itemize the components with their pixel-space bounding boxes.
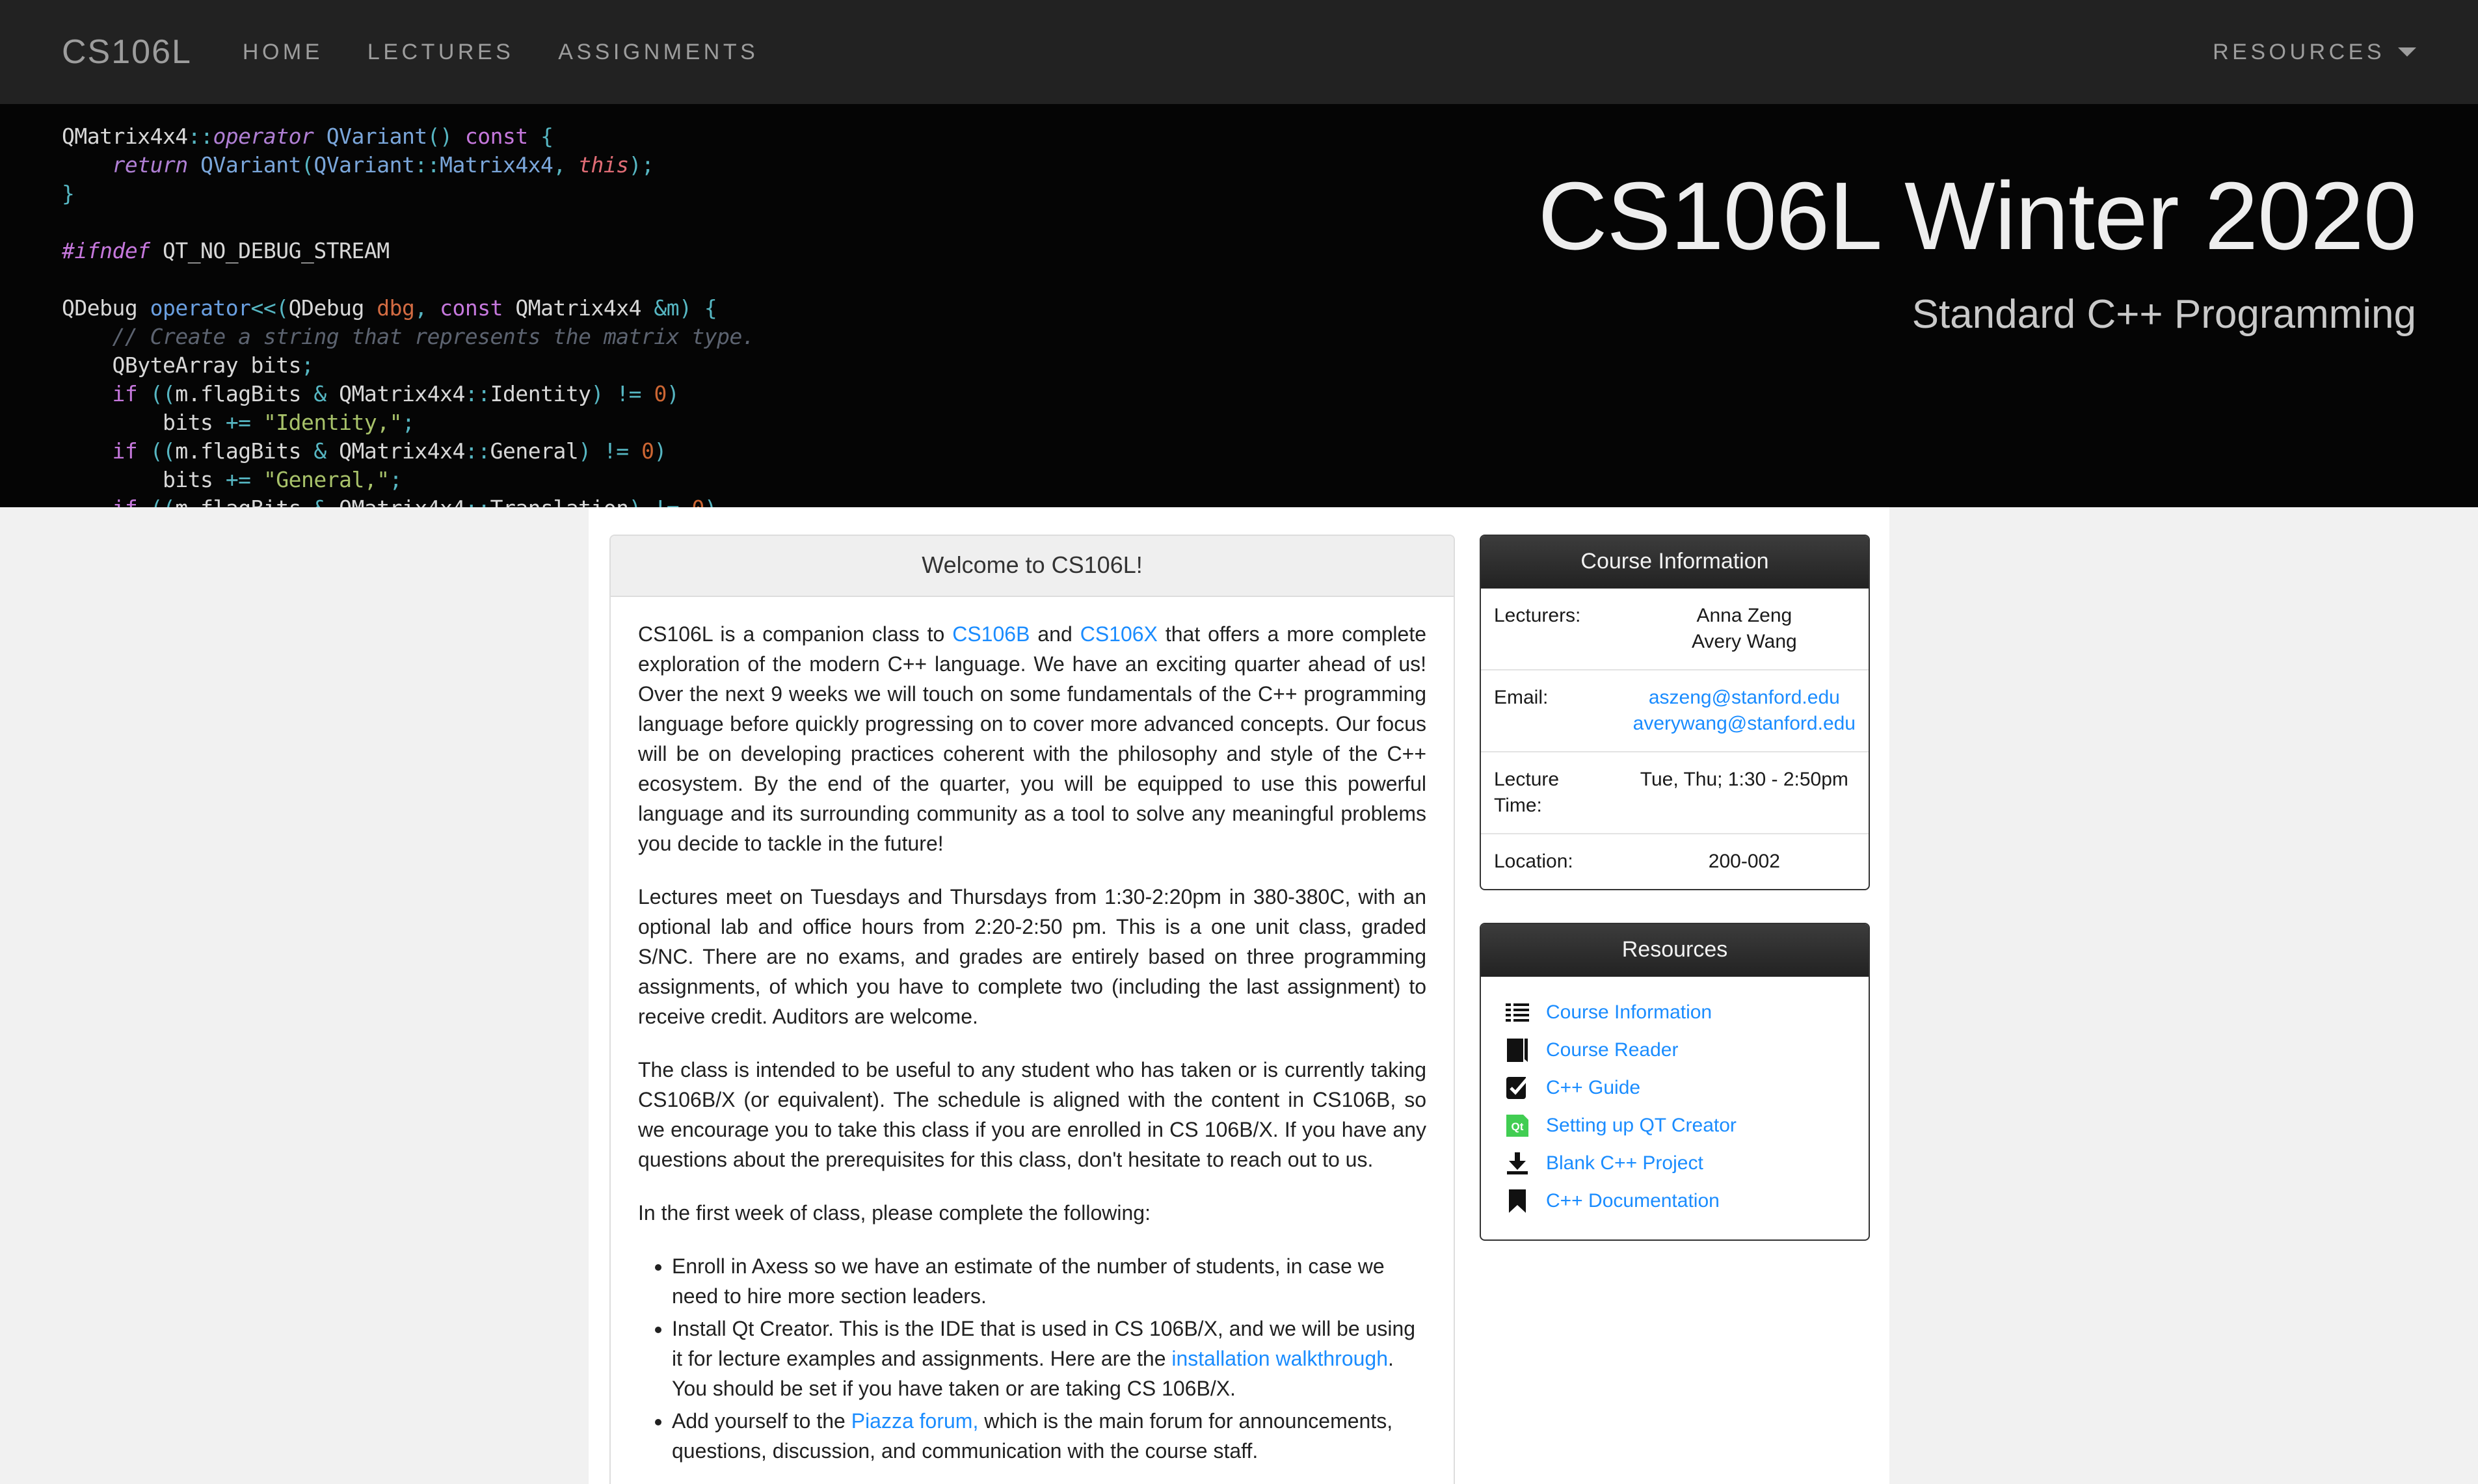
nav-links: HOME LECTURES ASSIGNMENTS [243, 40, 758, 65]
resource-item-course-information[interactable]: Course Information [1481, 994, 1869, 1031]
resources-panel-body: Course Information Course Reader C++ Gui… [1481, 977, 1869, 1239]
resources-panel: Resources Course Information Course Read… [1480, 923, 1870, 1241]
welcome-card-body: CS106L is a companion class to CS106B an… [611, 597, 1454, 1484]
email-link-aszeng[interactable]: aszeng@stanford.edu [1633, 685, 1856, 711]
row-value-lecturers: Anna Zeng Avery Wang [1620, 589, 1869, 670]
resource-label: Setting up QT Creator [1546, 1115, 1737, 1136]
brand-logo[interactable]: CS106L [62, 33, 192, 72]
page-body: Welcome to CS106L! CS106L is a companion… [0, 507, 2478, 1484]
list-item: Add yourself to the Piazza forum, which … [672, 1406, 1426, 1466]
row-label-location: Location: [1481, 833, 1620, 889]
lecturer-name-1: Anna Zeng [1696, 605, 1792, 626]
link-installation-walkthrough[interactable]: installation walkthrough [1171, 1347, 1388, 1370]
course-information-panel-body: Lecturers: Anna Zeng Avery Wang Email: a… [1481, 589, 1869, 889]
nav-item-home[interactable]: HOME [243, 40, 323, 65]
paragraph-first-week: In the first week of class, please compl… [638, 1201, 1151, 1225]
resources-list: Course Information Course Reader C++ Gui… [1481, 977, 1869, 1239]
nav-item-assignments[interactable]: ASSIGNMENTS [558, 40, 758, 65]
table-row: Lecture Time: Tue, Thu; 1:30 - 2:50pm [1481, 751, 1869, 834]
course-information-panel: Course Information Lecturers: Anna Zeng … [1480, 535, 1870, 890]
check-square-icon [1504, 1075, 1530, 1101]
hero-text-block: CS106L Winter 2020 Standard C++ Programm… [1538, 163, 2417, 338]
welcome-card: Welcome to CS106L! CS106L is a companion… [609, 535, 1455, 1484]
row-value-location: 200-002 [1619, 833, 1869, 889]
paragraph-logistics: Lectures meet on Tuesdays and Thursdays … [638, 885, 1426, 1028]
hero-banner: QMatrix4x4::operator QVariant() const { … [0, 104, 2478, 507]
row-value-lecture-time: Tue, Thu; 1:30 - 2:50pm [1619, 751, 1869, 834]
bookmark-icon [1504, 1188, 1530, 1214]
content-row: Welcome to CS106L! CS106L is a companion… [589, 535, 1889, 1484]
link-cs106b[interactable]: CS106B [952, 622, 1030, 646]
table-row: Location: 200-002 [1481, 833, 1869, 889]
welcome-card-header: Welcome to CS106L! [611, 536, 1454, 597]
sidebar: Course Information Lecturers: Anna Zeng … [1480, 535, 1870, 1241]
first-week-list: Enroll in Axess so we have an estimate o… [638, 1251, 1426, 1466]
resource-item-blank-cpp-project[interactable]: Blank C++ Project [1481, 1145, 1869, 1182]
row-label-lecturers: Lecturers: [1494, 605, 1581, 626]
lecturer-name-2: Avery Wang [1691, 631, 1797, 652]
resource-label: C++ Documentation [1546, 1190, 1720, 1212]
nav-resources-dropdown[interactable]: RESOURCES [2213, 40, 2416, 65]
table-row: Email: aszeng@stanford.edu averywang@sta… [1481, 669, 1869, 752]
resource-item-cpp-guide[interactable]: C++ Guide [1481, 1069, 1869, 1107]
p1-text-b: and [1030, 622, 1080, 646]
resource-label: Course Reader [1546, 1039, 1679, 1061]
resource-item-course-reader[interactable]: Course Reader [1481, 1031, 1869, 1069]
course-information-panel-title: Course Information [1481, 536, 1869, 589]
li3-text-a: Add yourself to the [672, 1409, 851, 1433]
top-navbar: CS106L HOME LECTURES ASSIGNMENTS RESOURC… [0, 0, 2478, 104]
p1-text-c: that offers a more complete exploration … [638, 622, 1427, 855]
row-label-lecture-time: Lecture Time: [1481, 751, 1620, 834]
content-container: Welcome to CS106L! CS106L is a companion… [589, 507, 1889, 1484]
row-value-email: aszeng@stanford.edu averywang@stanford.e… [1619, 669, 1869, 752]
table-row: Lecturers: Anna Zeng Avery Wang [1481, 589, 1869, 670]
row-label-email: Email: [1481, 669, 1620, 752]
list-item: Enroll in Axess so we have an estimate o… [672, 1251, 1426, 1311]
page-subtitle: Standard C++ Programming [1912, 292, 2416, 338]
list-item: Install Qt Creator. This is the IDE that… [672, 1314, 1426, 1403]
email-link-averywang[interactable]: averywang@stanford.edu [1633, 711, 1856, 737]
resource-item-cpp-documentation[interactable]: C++ Documentation [1481, 1182, 1869, 1220]
resource-label: Blank C++ Project [1546, 1152, 1703, 1174]
book-icon [1504, 1037, 1530, 1063]
link-cs106x[interactable]: CS106X [1080, 622, 1158, 646]
resource-label: C++ Guide [1546, 1077, 1641, 1098]
nav-item-resources-label: RESOURCES [2213, 39, 2385, 64]
resource-item-qt-creator[interactable]: Qt Setting up QT Creator [1481, 1107, 1869, 1145]
page-title: CS106L Winter 2020 [1538, 163, 2417, 270]
resource-label: Course Information [1546, 1001, 1712, 1023]
qt-logo-icon: Qt [1504, 1113, 1530, 1139]
svg-text:Qt: Qt [1512, 1120, 1524, 1133]
nav-item-lectures[interactable]: LECTURES [367, 40, 514, 65]
paragraph-audience: The class is intended to be useful to an… [638, 1058, 1426, 1171]
code-background: QMatrix4x4::operator QVariant() const { … [62, 124, 755, 507]
paragraph-intro: CS106L is a companion class to CS106B an… [638, 619, 1426, 858]
link-piazza-forum[interactable]: Piazza forum, [851, 1409, 979, 1433]
list-icon [1504, 1000, 1530, 1026]
download-icon [1504, 1150, 1530, 1176]
chevron-down-icon [2398, 47, 2416, 57]
resources-panel-title: Resources [1481, 924, 1869, 977]
course-info-table: Lecturers: Anna Zeng Avery Wang Email: a… [1481, 589, 1869, 889]
p1-text-a: CS106L is a companion class to [638, 622, 953, 646]
